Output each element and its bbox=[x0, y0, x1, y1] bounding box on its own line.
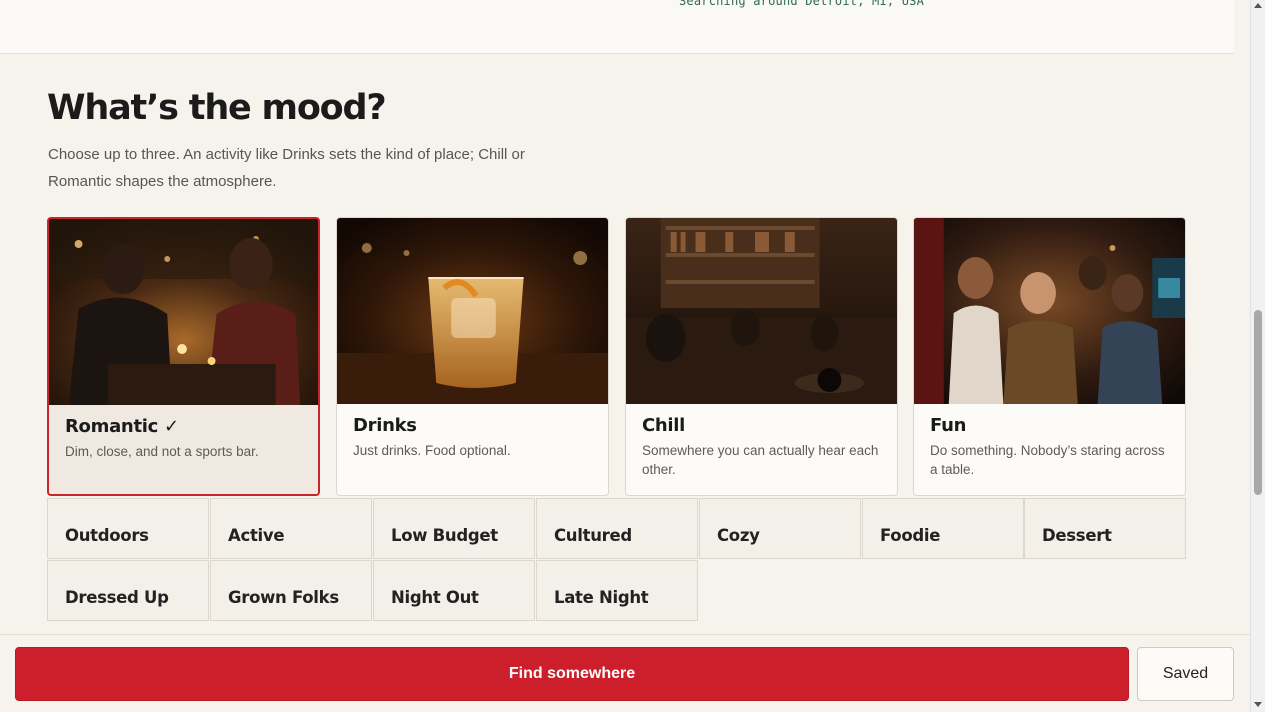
tag-label: Active bbox=[228, 526, 285, 545]
tag-label: Dressed Up bbox=[65, 588, 169, 607]
tag-night-out[interactable]: Night Out bbox=[373, 560, 535, 621]
tag-late-night[interactable]: Late Night bbox=[536, 560, 698, 621]
romantic-dinner-image bbox=[49, 219, 318, 405]
search-location-text: Searching around Detroit, MI, USA bbox=[679, 0, 925, 8]
bottom-action-bar: Find somewhere Saved bbox=[0, 634, 1250, 712]
tag-label: Cozy bbox=[717, 526, 760, 545]
mood-card-title: Drinks bbox=[353, 415, 417, 436]
top-bar: Searching around Detroit, MI, USA bbox=[0, 0, 1234, 54]
mood-card-title: Romantic ✓ bbox=[65, 416, 179, 437]
find-somewhere-button[interactable]: Find somewhere bbox=[15, 647, 1129, 701]
mood-section: What’s the mood? Choose up to three. An … bbox=[0, 54, 1250, 634]
tag-label: Night Out bbox=[391, 588, 479, 607]
tag-label: Dessert bbox=[1042, 526, 1112, 545]
tag-dressed-up[interactable]: Dressed Up bbox=[47, 560, 209, 621]
tag-cultured[interactable]: Cultured bbox=[536, 498, 698, 559]
page-scrollbar[interactable] bbox=[1250, 0, 1265, 712]
tag-dessert[interactable]: Dessert bbox=[1024, 498, 1186, 559]
tag-label: Outdoors bbox=[65, 526, 149, 545]
arcade-friends-image bbox=[914, 218, 1185, 404]
tag-low-budget[interactable]: Low Budget bbox=[373, 498, 535, 559]
mood-card-description: Just drinks. Food optional. bbox=[353, 443, 511, 458]
tag-label: Foodie bbox=[880, 526, 941, 545]
mood-card-fun[interactable]: Fun Do something. Nobody’s staring acros… bbox=[913, 217, 1186, 496]
cocktail-glass-image bbox=[337, 218, 608, 404]
tag-label: Late Night bbox=[554, 588, 649, 607]
scrollbar-thumb[interactable] bbox=[1254, 310, 1262, 495]
tag-label: Low Budget bbox=[391, 526, 498, 545]
tag-outdoors[interactable]: Outdoors bbox=[47, 498, 209, 559]
mood-card-title: Fun bbox=[930, 415, 967, 436]
tag-foodie[interactable]: Foodie bbox=[862, 498, 1024, 559]
saved-button[interactable]: Saved bbox=[1137, 647, 1234, 701]
mood-card-romantic[interactable]: Romantic ✓ Dim, close, and not a sports … bbox=[47, 217, 320, 496]
tag-label: Grown Folks bbox=[228, 588, 339, 607]
scroll-up-arrow-icon[interactable] bbox=[1254, 3, 1262, 8]
tag-grown-folks[interactable]: Grown Folks bbox=[210, 560, 372, 621]
mood-card-description: Somewhere you can actually hear each oth… bbox=[642, 443, 879, 477]
record-lounge-image bbox=[626, 218, 897, 404]
mood-card-title: Chill bbox=[642, 415, 686, 436]
page-title: What’s the mood? bbox=[47, 88, 387, 128]
mood-card-drinks[interactable]: Drinks Just drinks. Food optional. bbox=[336, 217, 609, 496]
scroll-down-arrow-icon[interactable] bbox=[1254, 702, 1262, 707]
tag-active[interactable]: Active bbox=[210, 498, 372, 559]
tag-label: Cultured bbox=[554, 526, 632, 545]
mood-card-chill[interactable]: Chill Somewhere you can actually hear ea… bbox=[625, 217, 898, 496]
mood-card-description: Do something. Nobody’s staring across a … bbox=[930, 443, 1165, 477]
tag-cozy[interactable]: Cozy bbox=[699, 498, 861, 559]
page-subtitle: Choose up to three. An activity like Dri… bbox=[48, 146, 525, 190]
mood-card-description: Dim, close, and not a sports bar. bbox=[65, 444, 259, 459]
